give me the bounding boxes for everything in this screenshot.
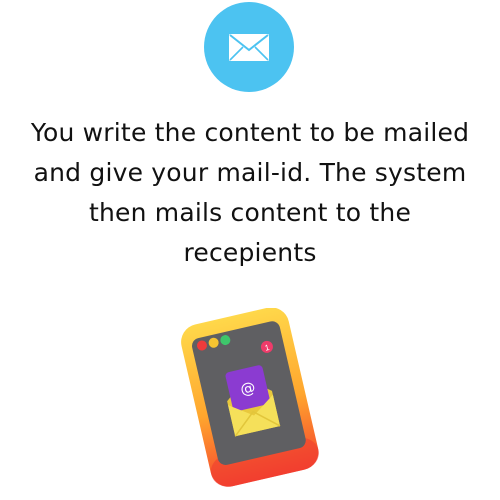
description-line-1: You write the content to be mailed [30, 118, 470, 147]
description-line-4: recepients [183, 238, 317, 267]
envelope-icon [204, 2, 294, 92]
description: You write the content to be mailed and g… [0, 113, 500, 273]
mail-badge [204, 2, 294, 92]
description-line-3: then mails content to the [88, 198, 412, 227]
description-line-2: and give your mail-id. The system [33, 158, 467, 187]
phone-mail-illustration: 1 @ [181, 308, 319, 487]
